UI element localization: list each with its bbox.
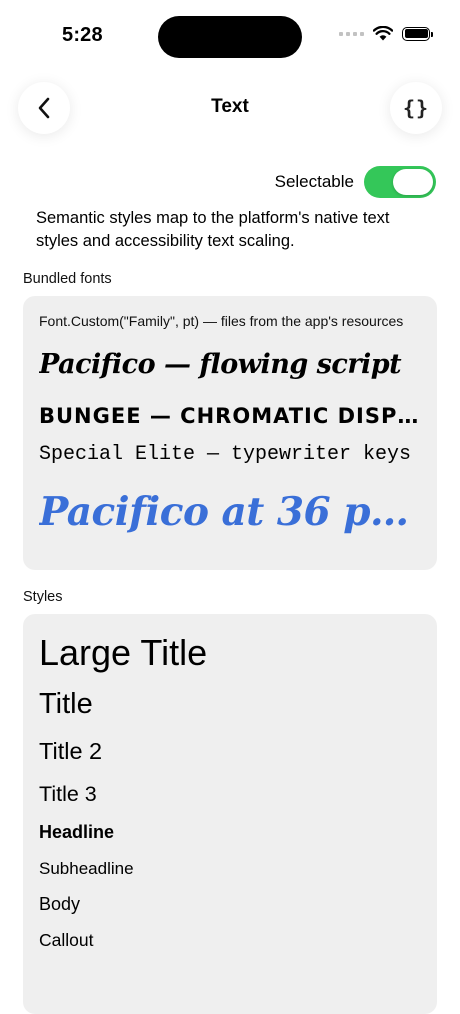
pacifico-36-sample: Pacifico at 36 points [39,489,421,535]
selectable-toggle-row: Selectable [275,166,436,198]
title3-style: Title 3 [39,782,97,806]
styles-card: Large Title Title Title 2 Title 3 Headli… [23,614,437,1014]
font-custom-caption: Font.Custom("Family", pt) — files from t… [39,313,404,329]
curly-braces-icon: {} [402,96,430,120]
code-button[interactable]: {} [390,82,442,134]
title2-style: Title 2 [39,738,103,764]
callout-style: Callout [39,930,94,950]
large-title-style: Large Title [39,632,208,673]
subheadline-style: Subheadline [39,859,134,878]
selectable-label: Selectable [274,172,354,191]
dynamic-island [158,16,302,58]
status-time: 5:28 [62,24,103,46]
cellular-dots-icon [339,31,364,36]
toggle-knob [393,169,433,195]
bundled-fonts-header: Bundled fonts [23,271,112,287]
bundled-fonts-card: Font.Custom("Family", pt) — files from t… [23,296,437,570]
navigation-bar: Text {} [0,72,460,144]
selectable-toggle[interactable] [364,166,436,198]
styles-header: Styles [23,589,63,605]
bungee-sample: BUNGEE — CHROMATIC DISPLAY [39,404,421,428]
status-bar: 5:28 [0,0,460,72]
special-elite-sample: Special Elite — typewriter keys [39,443,412,466]
headline-style: Headline [39,822,115,842]
wifi-icon [373,26,393,41]
status-icons [339,26,433,41]
body-style: Body [39,894,81,914]
title-style: Title [39,688,93,720]
intro-text: Semantic styles map to the platform's na… [36,209,390,250]
battery-icon [402,26,433,41]
pacifico-sample: Pacifico — flowing script [39,349,402,380]
